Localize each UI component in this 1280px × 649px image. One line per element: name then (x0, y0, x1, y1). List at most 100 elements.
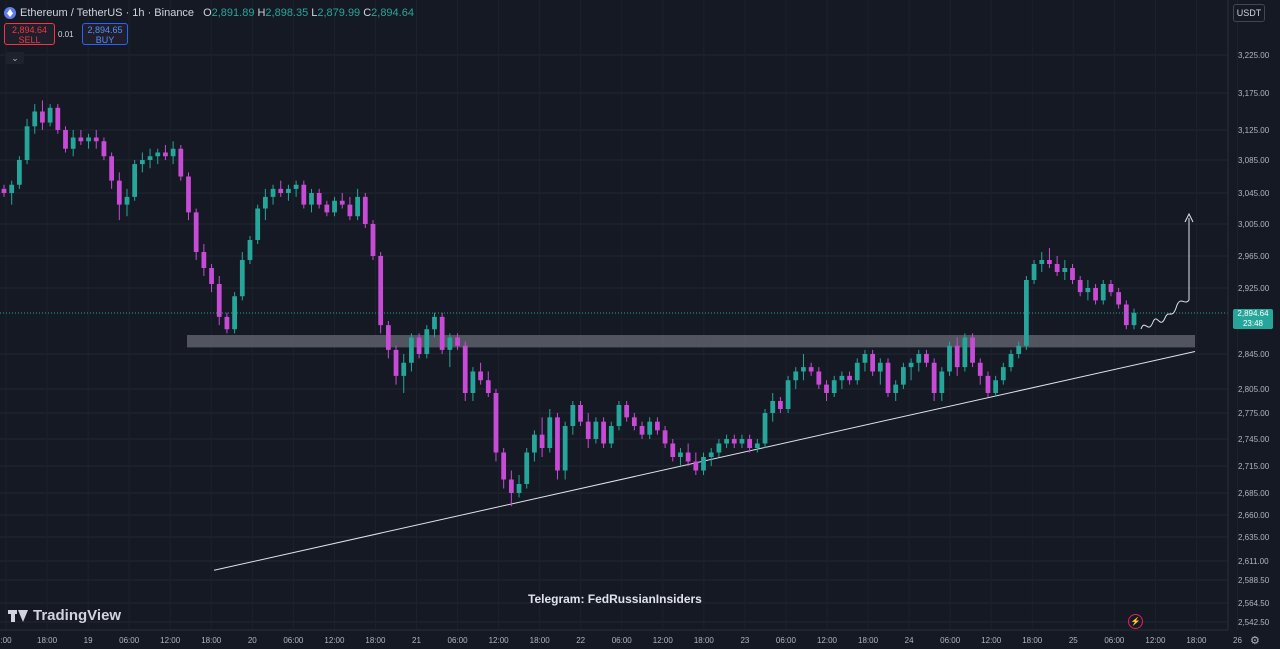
time-tick-label: 24 (905, 636, 914, 645)
candle-body (801, 367, 806, 372)
close-label: C (363, 7, 372, 19)
buy-price: 2,894.65 (87, 25, 123, 35)
watermark-text: Telegram: FedRussianInsiders (528, 592, 702, 606)
price-tick-label: 2,845.00 (1238, 350, 1270, 359)
price-tick-label: 3,175.00 (1238, 89, 1270, 98)
symbol-title: Ethereum / TetherUS · 1h · Binance (20, 7, 195, 19)
candle-body (155, 152, 161, 157)
candle-body (1054, 264, 1060, 272)
price-tick-label: 2,611.00 (1238, 557, 1269, 566)
candle-body (747, 439, 753, 448)
candle-body (393, 349, 399, 376)
candle-body (639, 426, 645, 435)
candle-body (901, 367, 906, 385)
price-tick-label: 3,045.00 (1238, 189, 1270, 198)
time-tick-label: 18:00 (694, 636, 715, 645)
candle-body (40, 111, 45, 123)
time-tick-label: 18:00 (1186, 636, 1207, 645)
candle-body (931, 362, 937, 393)
time-tick-label: 23 (740, 636, 749, 645)
bar-countdown: 23:48 (1242, 319, 1264, 328)
time-tick-label: 19 (84, 636, 93, 645)
candle-body (593, 421, 599, 439)
candle-body (416, 337, 422, 354)
time-tick-label: 18:00 (858, 636, 879, 645)
chevron-down-icon[interactable]: ⌄ (6, 52, 24, 64)
candle-body (947, 345, 952, 372)
candle-body (163, 152, 168, 157)
time-tick-label: 12:00 (489, 636, 510, 645)
price-tick-label: 2,564.50 (1238, 599, 1270, 608)
candle-body (63, 130, 68, 149)
candle-body (70, 137, 76, 149)
close-value: 2,894.64 (371, 7, 414, 19)
time-tick-label: 18:00 (365, 636, 386, 645)
candle-body (824, 384, 829, 393)
candle-body (270, 188, 276, 197)
candle-body (547, 417, 553, 448)
candle-body (585, 421, 591, 439)
high-label: H (257, 7, 266, 19)
time-tick-label: 12:00 (817, 636, 838, 645)
gear-icon[interactable]: ⚙ (1250, 634, 1260, 647)
price-chart[interactable]: 3,225.00 3,175.00 3,125.00 3,085.00 3,045.00… (0, 0, 1280, 649)
time-tick-label: 06:00 (940, 636, 961, 645)
candle-body (916, 354, 922, 363)
price-tick-label: 3,085.00 (1238, 156, 1270, 165)
price-tick-label: 2,775.00 (1238, 409, 1270, 418)
candle-body (324, 204, 330, 213)
candle-body (831, 380, 837, 393)
brand-text: TradingView (33, 607, 122, 624)
candle-body (993, 380, 999, 393)
candle-body (924, 354, 929, 363)
candle-body (493, 393, 499, 453)
support-zone-rect (187, 335, 1195, 348)
currency-select[interactable]: USDT (1233, 4, 1265, 22)
price-tick-label: 2,685.00 (1238, 489, 1270, 498)
candle-body (816, 371, 822, 385)
sell-button[interactable]: 2,894.64 SELL (4, 23, 55, 45)
candle-body (309, 193, 314, 205)
price-tick-label: 2,715.00 (1238, 462, 1270, 471)
candle-body (439, 316, 445, 350)
time-tick-label: 06:00 (612, 636, 633, 645)
candle-body (93, 137, 99, 142)
symbol-header[interactable]: Ethereum / TetherUS · 1h · Binance O 2,89… (4, 5, 414, 21)
candle-body (793, 371, 799, 381)
tradingview-logo[interactable]: TradingView (8, 607, 121, 624)
candle-body (378, 256, 384, 326)
price-tick-label: 2,542.50 (1238, 618, 1270, 627)
time-tick-label: 25 (1069, 636, 1078, 645)
candle-body (293, 184, 299, 189)
time-tick-label: 18:00 (37, 636, 58, 645)
last-price-tag: 2,894.64 23:48 (1233, 309, 1273, 329)
open-label: O (203, 7, 212, 19)
candle-body (631, 417, 637, 426)
candle-body (555, 417, 560, 471)
high-value: 2,898.35 (265, 7, 309, 19)
buy-button[interactable]: 2,894.65 BUY (82, 23, 128, 45)
low-value: 2,879.99 (317, 7, 361, 19)
candle-body (286, 188, 291, 193)
candle-body (355, 196, 360, 217)
candle-body (201, 252, 207, 268)
candle-body (170, 148, 176, 157)
tradingview-icon (8, 609, 28, 622)
candle-body (701, 457, 706, 471)
price-tick-label: 2,635.00 (1238, 533, 1270, 542)
candle-body (301, 184, 307, 205)
price-tick-label: 3,005.00 (1238, 220, 1270, 229)
price-tick-label: 2,925.00 (1238, 284, 1270, 293)
candle-body (209, 268, 214, 284)
last-price-value: 2,894.64 (1237, 309, 1269, 318)
candle-body (101, 141, 107, 157)
candle-body (316, 193, 322, 205)
candle-body (1131, 312, 1137, 326)
candle-body (1100, 284, 1106, 301)
candle-body (1085, 288, 1091, 293)
candle-body (1062, 268, 1068, 272)
time-tick-label: 12:00 (653, 636, 674, 645)
candle-body (362, 196, 368, 224)
candle-body (578, 405, 583, 422)
lightning-icon[interactable]: ⚡ (1128, 614, 1143, 629)
